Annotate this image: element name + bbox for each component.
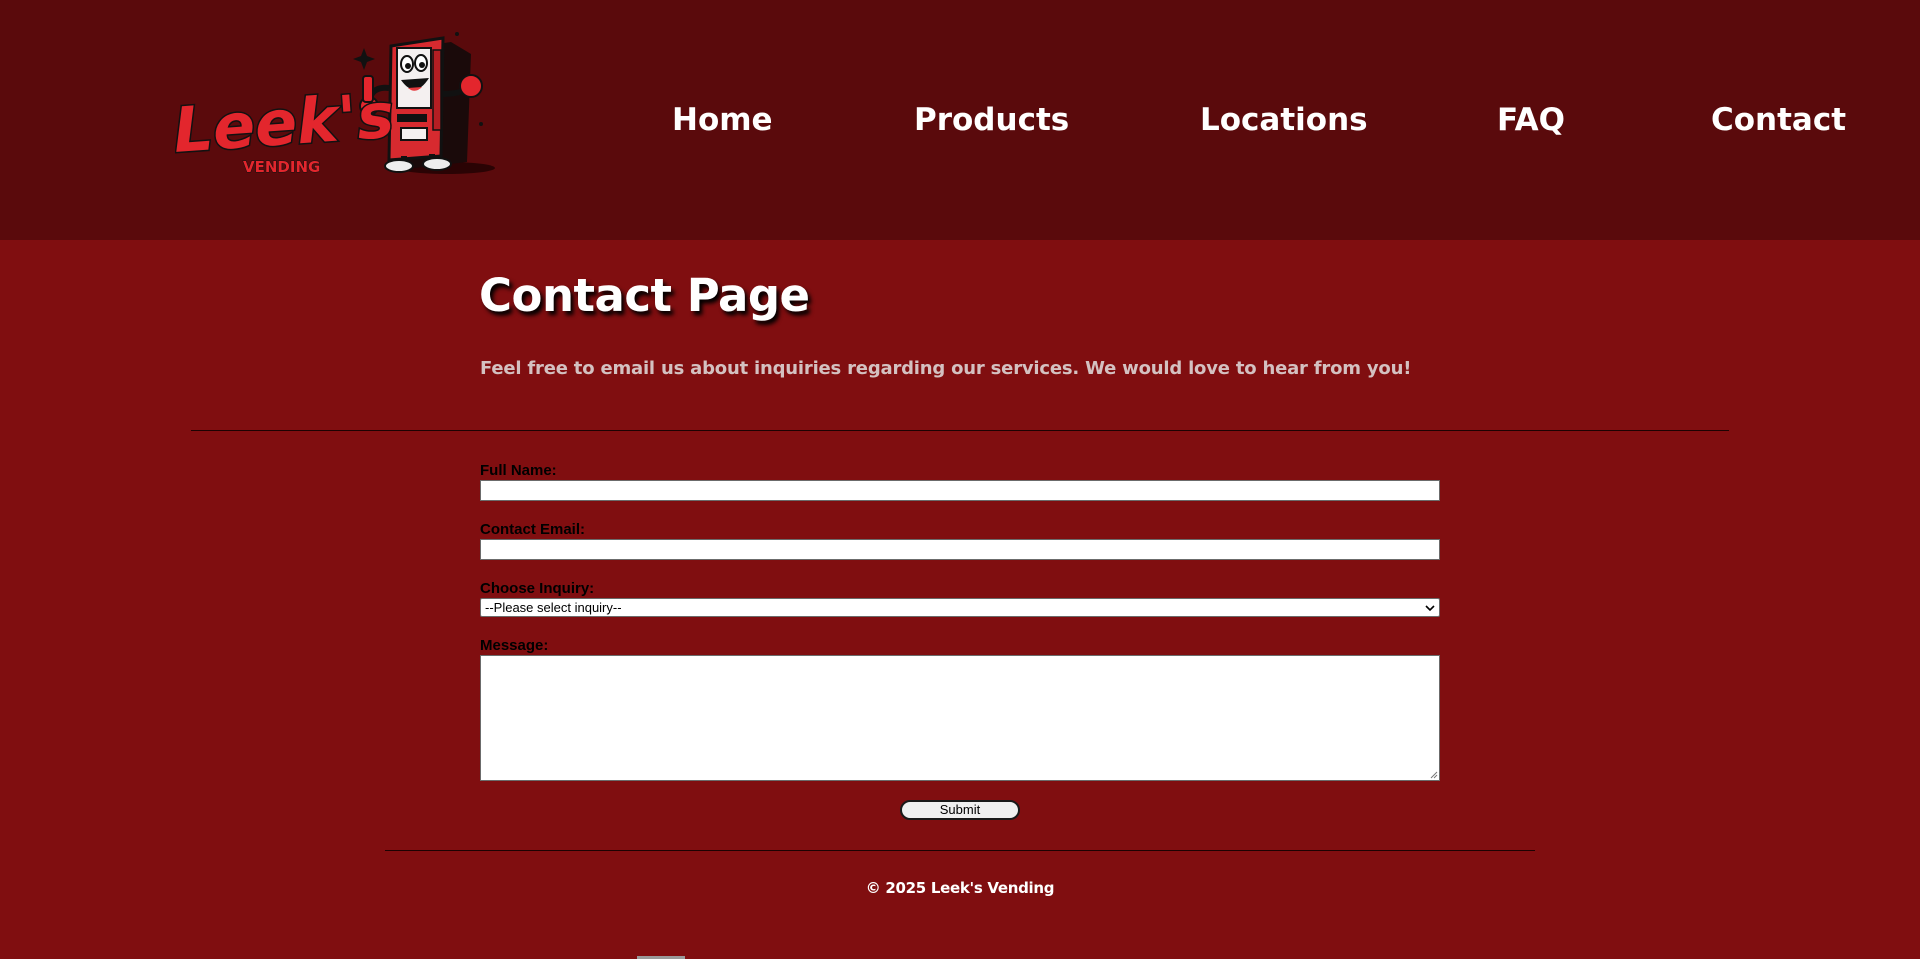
copyright-text: © 2025 Leek's Vending — [865, 879, 1055, 897]
site-header: Leek's VENDING Home Products Locations F… — [0, 0, 1920, 240]
contact-email-label: Contact Email: — [480, 521, 586, 538]
nav-locations[interactable]: Locations — [1200, 100, 1368, 140]
page-title: Contact Page — [479, 269, 810, 322]
message-label: Message: — [480, 637, 549, 654]
main-content: Contact Page Feel free to email us about… — [0, 240, 1920, 959]
nav-contact[interactable]: Contact — [1711, 100, 1846, 140]
nav-products[interactable]: Products — [914, 100, 1069, 140]
choose-inquiry-label: Choose Inquiry: — [480, 580, 595, 597]
divider-top — [191, 430, 1729, 431]
intro-text: Feel free to email us about inquiries re… — [480, 358, 1412, 379]
submit-button[interactable]: Submit — [900, 800, 1020, 820]
inquiry-selected-value: --Please select inquiry-- — [485, 600, 622, 615]
divider-bottom — [385, 850, 1535, 851]
message-textarea[interactable] — [480, 655, 1440, 781]
full-name-label: Full Name: — [480, 462, 557, 479]
resize-handle-icon[interactable] — [1430, 771, 1438, 779]
site-footer: © 2025 Leek's Vending — [0, 878, 1920, 898]
nav-home[interactable]: Home — [672, 100, 773, 140]
full-name-input[interactable] — [480, 480, 1440, 501]
nav-faq[interactable]: FAQ — [1497, 100, 1565, 140]
chevron-down-icon — [1425, 605, 1435, 612]
inquiry-select[interactable]: --Please select inquiry-- — [480, 598, 1440, 617]
contact-email-input[interactable] — [480, 539, 1440, 560]
main-nav: Home Products Locations FAQ Contact — [0, 0, 1920, 240]
